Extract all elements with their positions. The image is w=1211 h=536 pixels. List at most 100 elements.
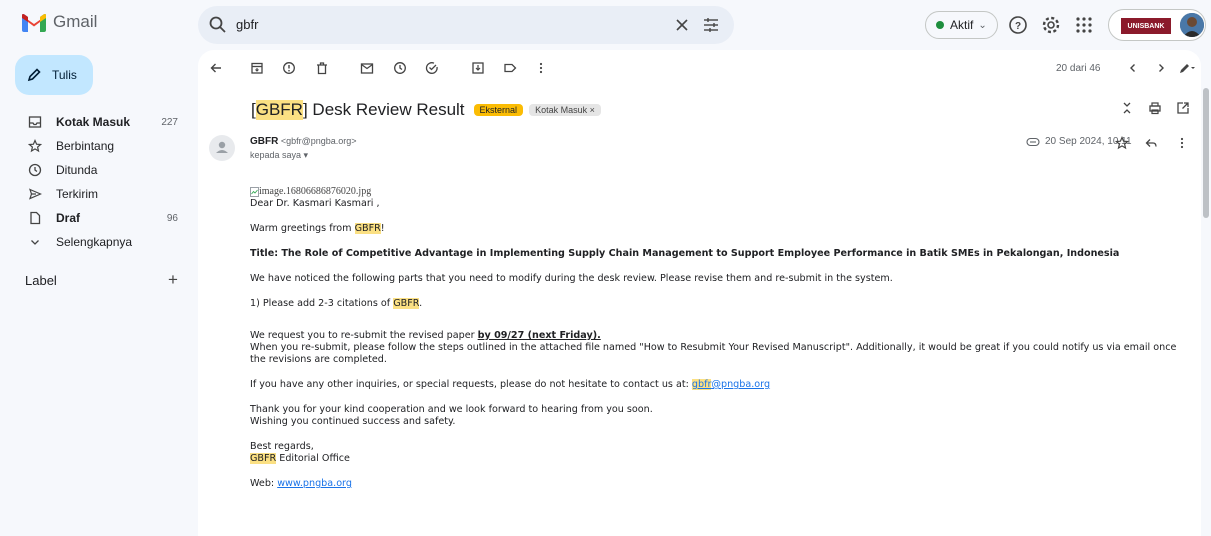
search-icon[interactable] <box>208 15 228 35</box>
search-bar[interactable]: gbfr <box>198 6 734 44</box>
text: Web: <box>250 478 278 489</box>
email-view: 20 dari 46 [GBFR] Desk Review Result Eks… <box>198 50 1201 536</box>
print-icon[interactable] <box>1148 101 1162 115</box>
mark-unread-icon[interactable] <box>360 61 374 75</box>
search-highlight: GBFR <box>393 298 420 309</box>
status-dot-icon <box>936 21 944 29</box>
archive-icon[interactable] <box>250 61 264 75</box>
avatar[interactable] <box>1180 13 1204 37</box>
status-dropdown[interactable]: Aktif ⌄ <box>925 11 998 39</box>
chevron-down-icon: ⌄ <box>978 19 987 31</box>
sidebar-item-drafts[interactable]: Draf 96 <box>0 206 190 230</box>
sidebar-nav: Kotak Masuk 227 Berbintang Ditunda Terki… <box>0 110 190 254</box>
text: . <box>419 298 423 309</box>
add-label-button[interactable]: + <box>168 270 178 290</box>
sidebar-item-starred[interactable]: Berbintang <box>0 134 190 158</box>
image-alt-text: image.16806686876020.jpg <box>259 186 372 197</box>
text: Editorial Office <box>276 453 350 464</box>
collapse-all-icon[interactable] <box>1120 101 1134 115</box>
sender-avatar[interactable] <box>209 135 235 161</box>
email-body: image.16806686876020.jpg Dear Dr. Kasmar… <box>250 186 1195 503</box>
broken-image: image.16806686876020.jpg <box>250 186 1195 198</box>
resubmit-instructions: When you re-submit, please follow the st… <box>250 342 1177 365</box>
sidebar-item-snoozed[interactable]: Ditunda <box>0 158 190 182</box>
pencil-icon <box>27 68 41 82</box>
sender-name[interactable]: GBFR <box>250 136 278 147</box>
scrollbar-thumb[interactable] <box>1203 88 1209 218</box>
trash-icon[interactable] <box>315 61 329 75</box>
search-highlight: GBFR <box>354 223 381 234</box>
labels-header: Label <box>25 273 57 288</box>
text: Warm greetings from <box>250 223 355 234</box>
request-line: We request you to re-submit the revised … <box>250 330 1195 342</box>
recipient-dropdown[interactable]: kepada saya ▾ <box>250 150 308 161</box>
unread-count: 227 <box>161 116 178 128</box>
broken-image-icon <box>250 187 259 197</box>
label-tag-icon[interactable] <box>503 61 517 75</box>
open-new-window-icon[interactable] <box>1176 101 1190 115</box>
move-to-icon[interactable] <box>471 61 485 75</box>
inquiries-line: If you have any other inquiries, or spec… <box>250 379 1195 391</box>
prev-email-icon[interactable] <box>1126 61 1140 75</box>
sidebar-item-label: Draf <box>56 211 81 225</box>
star-icon <box>28 139 42 153</box>
org-name: UNISBANK <box>1127 22 1165 30</box>
gmail-m-icon <box>22 13 46 32</box>
inbox-icon <box>28 116 42 128</box>
more-vert-icon[interactable] <box>534 61 548 75</box>
clock-icon <box>28 163 42 177</box>
search-highlight: gbfr <box>691 379 712 390</box>
deadline-block: We request you to re-submit the revised … <box>250 330 1195 366</box>
settings-gear-icon[interactable] <box>1040 14 1062 36</box>
subject-highlight: GBFR <box>255 100 303 120</box>
star-icon[interactable] <box>1115 136 1129 150</box>
web-line: Web: www.pngba.org <box>250 478 1195 490</box>
contact-email-link[interactable]: gbfr@pngba.org <box>691 379 771 390</box>
sidebar-item-label: Berbintang <box>56 139 115 153</box>
sidebar-item-label: Selengkapnya <box>56 235 133 249</box>
text: ! <box>380 223 385 234</box>
sender-line: GBFR <gbfr@pngba.org> <box>250 136 357 147</box>
greeting: Dear Dr. Kasmari Kasmari , <box>250 198 380 209</box>
sidebar-item-label: Kotak Masuk <box>56 115 131 129</box>
reply-icon[interactable] <box>1144 136 1158 150</box>
signature: Best regards, GBFR Editorial Office <box>250 441 1195 465</box>
email-subject: [GBFR] Desk Review Result Eksternal Kota… <box>251 100 601 120</box>
report-spam-icon[interactable] <box>282 61 296 75</box>
inbox-label-chip[interactable]: Kotak Masuk × <box>529 104 601 116</box>
account-switcher[interactable]: UNISBANK <box>1108 9 1206 41</box>
more-vert-icon[interactable] <box>1175 136 1189 150</box>
search-highlight: GBFR <box>250 453 277 464</box>
top-bar: Gmail gbfr Aktif ⌄ ? UNISBANK <box>0 0 1211 50</box>
sidebar-item-sent[interactable]: Terkirim <box>0 182 190 206</box>
input-tools-icon[interactable] <box>1178 61 1196 75</box>
website-link[interactable]: www.pngba.org <box>277 478 352 489</box>
next-email-icon[interactable] <box>1154 61 1168 75</box>
org-logo: UNISBANK <box>1121 18 1171 34</box>
status-label: Aktif <box>950 18 974 32</box>
text: 1) Please add 2-3 citations of <box>250 298 394 309</box>
draft-count: 96 <box>166 212 178 224</box>
text: @pngba.org <box>711 379 771 390</box>
help-icon[interactable]: ? <box>1007 14 1029 36</box>
compose-button[interactable]: Tulis <box>15 55 93 95</box>
sidebar-item-label: Terkirim <box>56 187 98 201</box>
closing: Thank you for your kind cooperation and … <box>250 404 1195 428</box>
gmail-logo[interactable]: Gmail <box>22 12 97 32</box>
app-name: Gmail <box>53 12 98 31</box>
compose-label: Tulis <box>52 68 77 82</box>
snooze-clock-icon[interactable] <box>393 61 407 75</box>
add-task-icon[interactable] <box>425 61 439 75</box>
sender-email: <gbfr@pngba.org> <box>280 136 357 146</box>
back-arrow-icon[interactable] <box>209 61 223 75</box>
search-options-icon[interactable] <box>701 15 721 35</box>
search-input[interactable]: gbfr <box>236 17 258 32</box>
subject-text: ] Desk Review Result <box>302 100 465 119</box>
sidebar-item-inbox[interactable]: Kotak Masuk 227 <box>0 110 190 134</box>
clear-search-icon[interactable] <box>672 15 692 35</box>
text: If you have any other inquiries, or spec… <box>250 379 692 390</box>
deadline-text: by 09/27 (next Friday). <box>477 330 601 341</box>
sidebar-item-label: Ditunda <box>56 163 98 177</box>
apps-grid-icon[interactable] <box>1073 14 1095 36</box>
sidebar-item-more[interactable]: Selengkapnya <box>0 230 190 254</box>
